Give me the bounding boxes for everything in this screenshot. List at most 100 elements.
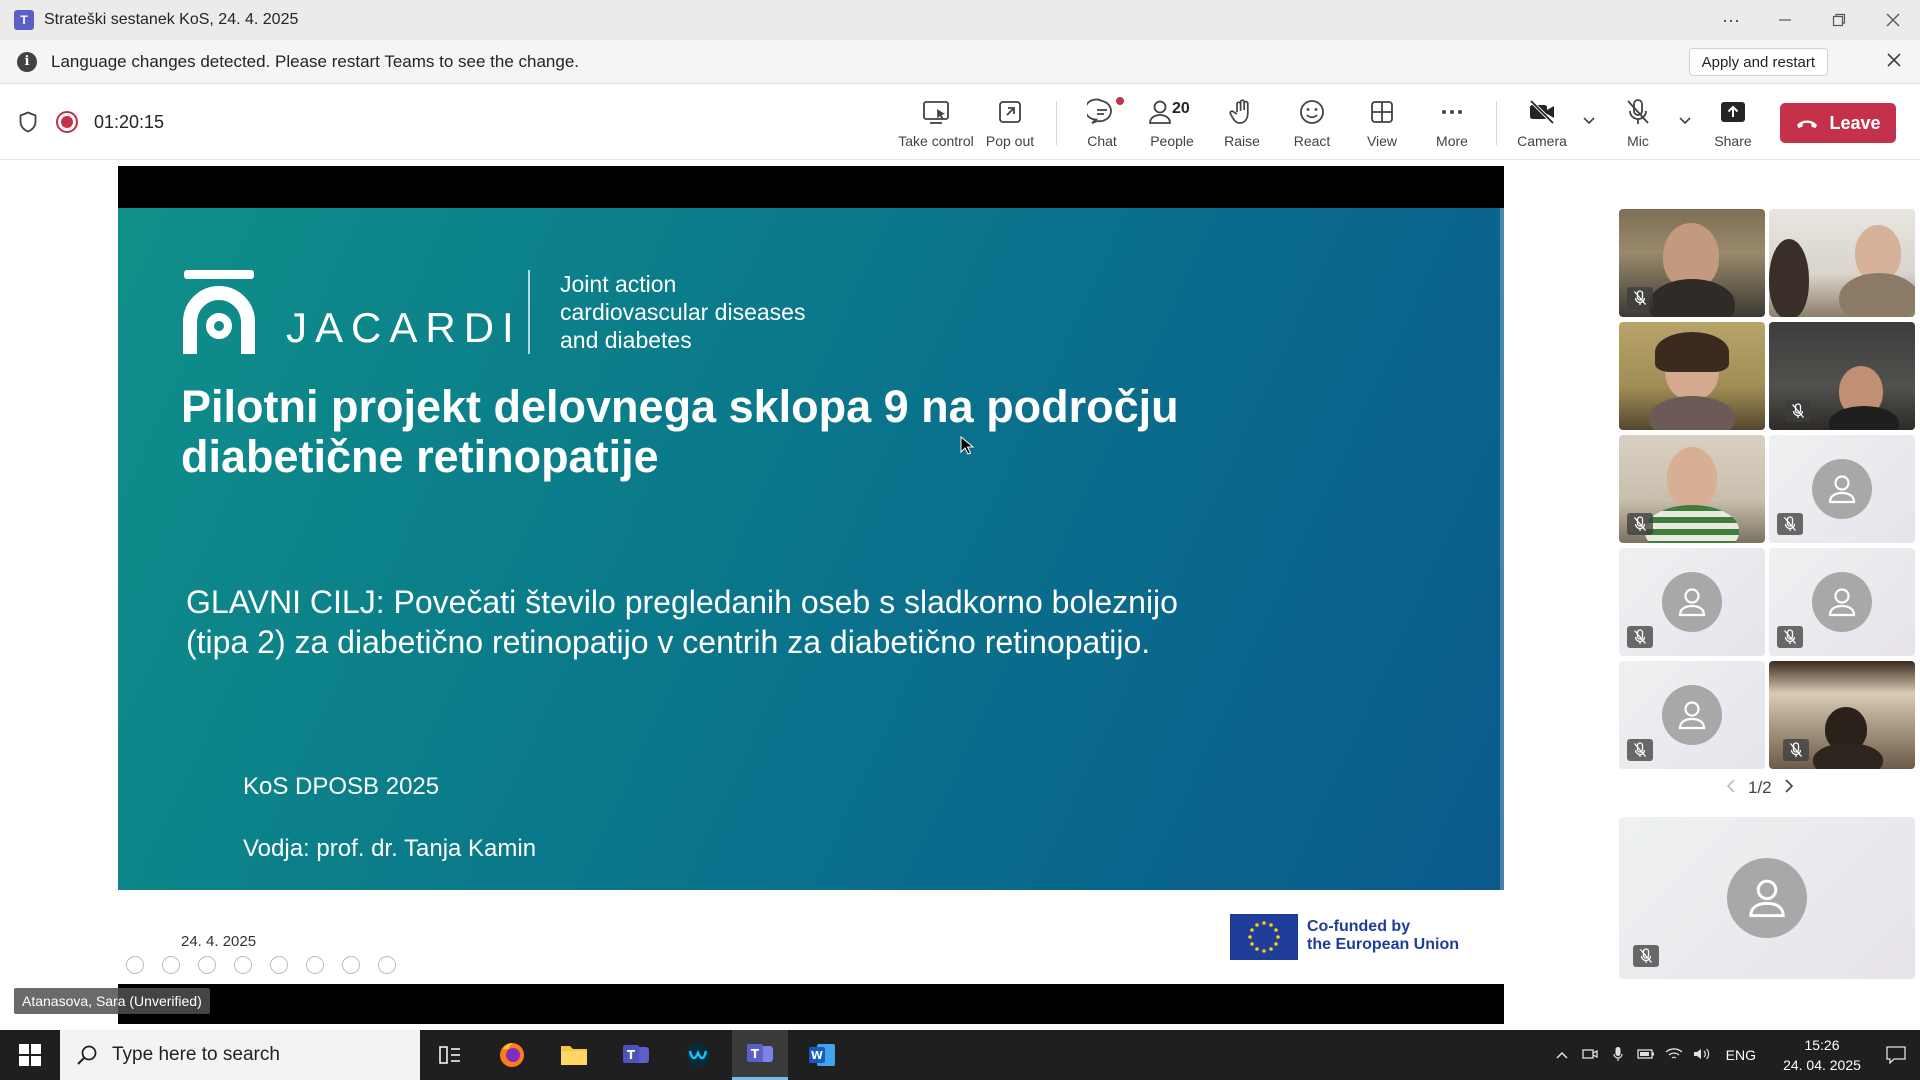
input-language[interactable]: ENG (1726, 1047, 1756, 1063)
mic-button[interactable]: Mic (1608, 85, 1668, 160)
people-label: People (1150, 133, 1194, 149)
toolbar-divider (1496, 101, 1497, 145)
close-window-icon[interactable] (1866, 0, 1920, 40)
close-notification-icon[interactable] (1886, 50, 1902, 72)
presenter-name-tag: Atanasova, Sara (Unverified) (14, 988, 210, 1014)
webex-app[interactable] (670, 1030, 726, 1080)
teams-icon: T (747, 1043, 773, 1062)
person-icon (1678, 588, 1706, 617)
participant-tile[interactable] (1619, 661, 1765, 769)
participant-tile[interactable] (1619, 548, 1765, 656)
start-button[interactable] (0, 1030, 60, 1080)
gallery-page-indicator: 1/2 (1748, 778, 1772, 797)
battery-icon[interactable] (1632, 1047, 1660, 1063)
muted-mic-icon (1627, 626, 1653, 648)
meet-now-icon[interactable] (1576, 1047, 1604, 1064)
participant-tile[interactable] (1769, 322, 1915, 430)
wifi-icon[interactable] (1660, 1047, 1688, 1064)
restore-icon[interactable] (1812, 0, 1866, 40)
people-button[interactable]: 20 People (1138, 85, 1206, 160)
meeting-timer: 01:20:15 (94, 111, 165, 132)
microphone-tray-icon[interactable] (1604, 1046, 1632, 1065)
previous-page-icon[interactable] (1726, 778, 1736, 798)
windows-taskbar: Type here to search T T W ENG 15:26 24. … (0, 1030, 1920, 1080)
take-control-button[interactable]: Take control (896, 85, 976, 160)
muted-mic-icon (1627, 739, 1653, 761)
camera-button[interactable]: Camera (1512, 85, 1572, 160)
view-grid-icon (1371, 101, 1393, 123)
avatar (1812, 459, 1872, 519)
minimize-icon[interactable] (1758, 0, 1812, 40)
chat-button[interactable]: Chat (1072, 85, 1132, 160)
presentation-slide: JACARDI Joint action cardiovascular dise… (118, 208, 1504, 890)
more-options-icon[interactable]: ··· (1704, 0, 1758, 40)
clock-time: 15:26 (1804, 1037, 1840, 1053)
zoom-icon[interactable] (270, 956, 288, 974)
taskbar-search[interactable]: Type here to search (60, 1030, 420, 1080)
pen-icon[interactable] (198, 956, 216, 974)
more-label: More (1436, 133, 1468, 149)
previous-slide-icon[interactable] (126, 956, 144, 974)
title-bar: T Strateški sestanek KoS, 24. 4. 2025 ··… (0, 0, 1920, 40)
file-explorer-app[interactable] (546, 1030, 602, 1080)
shared-screen-bottom (118, 984, 1504, 1024)
share-button[interactable]: Share (1703, 85, 1763, 160)
meeting-toolbar: 01:20:15 Take control Pop out Chat 20 Pe… (0, 85, 1920, 160)
shield-icon[interactable] (18, 111, 38, 133)
participant-video (1839, 273, 1915, 317)
take-control-label: Take control (898, 133, 974, 149)
eu-cofunded-text: Co-funded by the European Union (1307, 918, 1459, 954)
eu-text-line: the European Union (1307, 936, 1459, 953)
participant-tile[interactable] (1769, 661, 1915, 769)
chat-unread-dot (1116, 97, 1124, 105)
info-icon: i (17, 51, 37, 72)
react-icon (1300, 100, 1324, 124)
participant-tile[interactable] (1769, 548, 1915, 656)
task-view-button[interactable] (422, 1030, 478, 1080)
word-app[interactable]: W (794, 1030, 850, 1080)
pop-out-button[interactable]: Pop out (980, 85, 1040, 160)
leave-button[interactable]: Leave (1780, 103, 1896, 143)
camera-icon[interactable] (342, 956, 360, 974)
teams-classic-app[interactable]: T (608, 1030, 664, 1080)
raise-hand-button[interactable]: Raise (1212, 85, 1272, 160)
self-video-tile[interactable] (1619, 817, 1915, 979)
firefox-app[interactable] (484, 1030, 540, 1080)
view-button[interactable]: View (1352, 85, 1412, 160)
taskbar-clock[interactable]: 15:26 24. 04. 2025 (1772, 1035, 1872, 1075)
people-icon (1149, 100, 1171, 124)
participant-tile[interactable] (1769, 435, 1915, 543)
participant-tile[interactable] (1619, 209, 1765, 317)
muted-mic-icon (1783, 739, 1809, 761)
mouse-cursor-icon (960, 436, 974, 455)
next-page-icon[interactable] (1784, 778, 1794, 798)
participant-tile[interactable] (1619, 435, 1765, 543)
mic-options-chevron-icon[interactable] (1678, 113, 1692, 129)
word-icon: W (809, 1044, 835, 1066)
camera-label: Camera (1517, 133, 1567, 149)
subtitles-icon[interactable] (306, 956, 324, 974)
more-icon[interactable] (378, 956, 396, 974)
person-icon (1749, 879, 1785, 918)
show-hidden-icons-icon[interactable] (1548, 1047, 1576, 1063)
action-center-icon[interactable] (1872, 1046, 1920, 1064)
teams-app-active[interactable]: T (732, 1030, 788, 1080)
more-button[interactable]: More (1422, 85, 1482, 160)
raise-hand-icon (1229, 99, 1249, 124)
participant-tile[interactable] (1769, 209, 1915, 317)
more-dots-icon (1442, 110, 1462, 114)
chat-label: Chat (1087, 133, 1117, 149)
slides-icon[interactable] (234, 956, 252, 974)
apply-restart-button[interactable]: Apply and restart (1688, 48, 1828, 76)
logo-divider (528, 270, 530, 354)
tagline-line: cardiovascular diseases (560, 299, 806, 325)
person-icon (1828, 475, 1856, 504)
participant-tile[interactable] (1619, 322, 1765, 430)
participant-video (1645, 505, 1739, 543)
camera-options-chevron-icon[interactable] (1582, 113, 1596, 129)
phone-hangup-icon (1797, 120, 1818, 128)
next-slide-icon[interactable] (162, 956, 180, 974)
window-title: Strateški sestanek KoS, 24. 4. 2025 (44, 11, 299, 28)
react-button[interactable]: React (1282, 85, 1342, 160)
volume-icon[interactable] (1688, 1047, 1716, 1064)
